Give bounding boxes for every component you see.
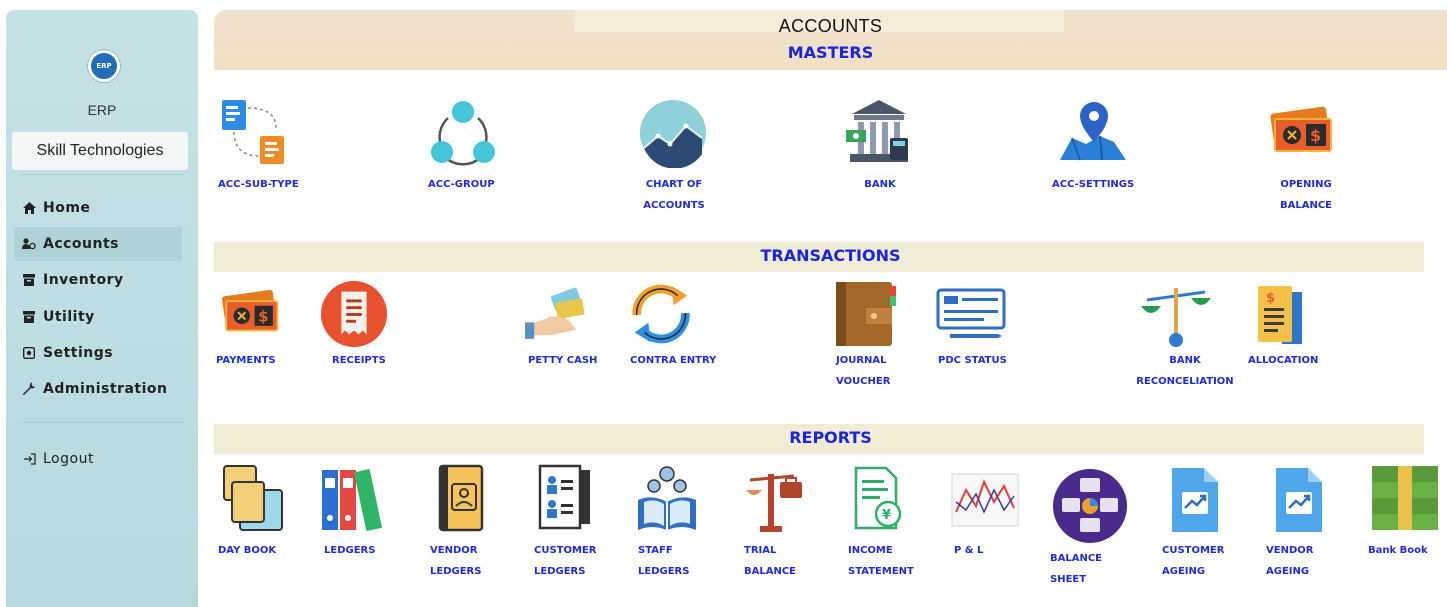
nav-logout-label: Logout <box>43 451 94 467</box>
flowchart-icon <box>222 100 284 164</box>
logo-text: ERP <box>96 62 112 70</box>
tile-label: JOURNAL VOUCHER <box>836 355 891 387</box>
refresh-arrows-icon <box>632 284 690 344</box>
receipt-icon <box>320 280 388 348</box>
wallet-icon <box>836 282 896 346</box>
cash-stack-icon <box>1372 466 1438 530</box>
home-icon <box>21 202 37 214</box>
page-title: ACCOUNTS <box>778 16 883 36</box>
money-ticket-icon: $ <box>222 289 279 332</box>
logout-icon <box>21 453 37 465</box>
line-graph-icon <box>951 473 1019 527</box>
staff-book-icon <box>638 466 696 530</box>
tile-label: VENDOR LEDGERS <box>430 545 482 577</box>
tile-label: INCOME STATEMENT <box>848 545 914 577</box>
tile-label: PETTY CASH <box>528 355 598 366</box>
sidebar: ERP ERP Skill Technologies Home Accounts… <box>6 10 198 607</box>
tile-label: RECEIPTS <box>332 355 386 366</box>
customer-file-icon <box>538 464 590 530</box>
nav-home-label: Home <box>43 200 91 216</box>
tile-label: Bank Book <box>1368 545 1428 556</box>
tile-label: ACC-SETTINGS <box>1052 179 1135 190</box>
nav-utility-label: Utility <box>43 309 95 325</box>
nav-administration[interactable]: Administration <box>14 372 182 406</box>
nav-inventory-label: Inventory <box>43 272 124 288</box>
balance-sheet-icon <box>1053 469 1127 543</box>
books-icon <box>223 465 283 531</box>
tile-label: ACC-GROUP <box>428 179 495 190</box>
nav-inventory[interactable]: Inventory <box>14 263 182 297</box>
wrench-icon <box>21 382 37 396</box>
tile-label: OPENING BALANCE <box>1279 179 1332 211</box>
income-doc-icon: ¥ <box>854 466 902 530</box>
tile-label: P & L <box>954 545 984 556</box>
nav-settings-label: Settings <box>43 345 114 361</box>
scale-briefcase-icon <box>746 474 802 532</box>
tile-label: BANK RECONCELIATION <box>1136 355 1234 387</box>
tile-label: LEDGERS <box>324 545 376 556</box>
settings-icon <box>21 347 37 359</box>
svg-text:$: $ <box>1310 126 1321 145</box>
tile-label: CUSTOMER LEDGERS <box>534 545 597 577</box>
cheque-icon <box>936 288 1006 338</box>
balance-scale-icon <box>1141 288 1211 347</box>
section-title-reports: REPORTS <box>789 428 872 447</box>
inventory-icon <box>21 274 37 286</box>
nav-administration-label: Administration <box>43 381 168 397</box>
divider <box>20 422 184 423</box>
utility-icon <box>21 311 37 323</box>
tile-label: BANK <box>864 179 896 190</box>
money-ticket-icon: $ <box>1270 106 1332 152</box>
group-cycle-icon <box>431 101 495 166</box>
tile-label: BALANCE SHEET <box>1050 553 1103 585</box>
tile-label: PDC STATUS <box>938 355 1007 366</box>
app-name: ERP <box>87 102 117 118</box>
binders-icon <box>322 468 383 532</box>
trend-doc-icon <box>1276 468 1322 532</box>
accounts-icon <box>21 238 37 250</box>
svg-text:¥: ¥ <box>882 508 891 523</box>
section-title-transactions: TRANSACTIONS <box>760 246 901 265</box>
tile-label: STAFF LEDGERS <box>638 545 690 577</box>
nav-utility[interactable]: Utility <box>14 300 182 334</box>
tile-label: CONTRA ENTRY <box>630 355 717 366</box>
trend-doc-icon <box>1172 468 1218 532</box>
company-name: Skill Technologies <box>12 132 188 170</box>
page-header: ACCOUNTS MASTERS <box>214 10 1447 70</box>
hand-cash-icon <box>525 287 585 339</box>
tile-label: CUSTOMER AGEING <box>1162 545 1225 577</box>
divider <box>20 174 184 175</box>
contact-book-icon <box>438 464 484 532</box>
section-title-masters: MASTERS <box>787 43 874 62</box>
tile-label: ACC-SUB-TYPE <box>218 179 299 190</box>
map-pin-icon <box>1060 102 1126 161</box>
tile-label: TRIAL BALANCE <box>744 545 797 577</box>
nav-settings[interactable]: Settings <box>14 336 182 370</box>
nav-logout[interactable]: Logout <box>14 442 182 476</box>
erp-logo: ERP <box>88 50 120 82</box>
tile-label: VENDOR AGEING <box>1266 545 1314 577</box>
tile-label: CHART OF ACCOUNTS <box>643 179 705 211</box>
svg-text:$: $ <box>1266 291 1275 306</box>
nav-home[interactable]: Home <box>14 191 182 225</box>
area-chart-icon <box>640 100 706 168</box>
tile-label: ALLOCATION <box>1248 355 1319 366</box>
main-panel: ACCOUNTS MASTERS ACC-SUB-TYPE ACC-GROUP … <box>214 10 1447 607</box>
svg-text:$: $ <box>258 308 268 325</box>
tile-label: PAYMENTS <box>216 355 276 366</box>
document-icon: $ <box>1258 286 1302 344</box>
tile-label: DAY BOOK <box>218 545 277 556</box>
nav-accounts-label: Accounts <box>43 236 120 252</box>
bank-icon <box>846 100 908 162</box>
nav-accounts[interactable]: Accounts <box>14 227 182 261</box>
